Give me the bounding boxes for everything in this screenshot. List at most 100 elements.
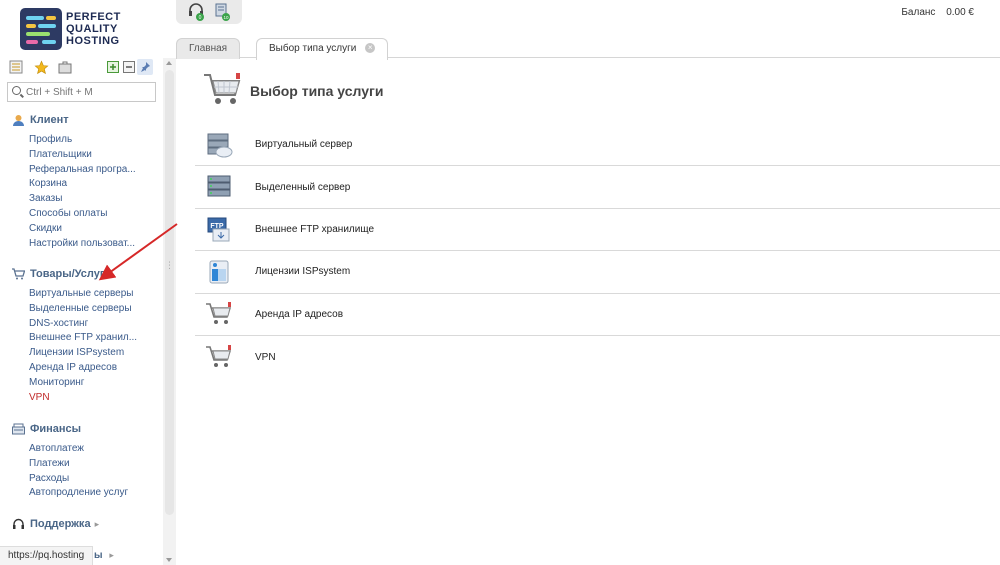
- section-header-support[interactable]: Поддержка ▸: [0, 515, 160, 533]
- service-row-vpn[interactable]: VPN: [195, 336, 1000, 378]
- tab-service-type[interactable]: Выбор типа услуги ×: [256, 38, 389, 60]
- virtual-server-icon: [205, 130, 233, 160]
- service-label: Виртуальный сервер: [255, 139, 353, 151]
- menu-item-ispsystem-licenses[interactable]: Лицензии ISPsystem: [0, 346, 160, 361]
- logo-mark-icon: [20, 8, 62, 50]
- menu-item-user-settings[interactable]: Настройки пользоват...: [0, 237, 160, 252]
- notification-panel: 0 10: [176, 0, 242, 24]
- balance-display[interactable]: Баланс 0.00 €: [901, 7, 974, 18]
- service-row-virtual-server[interactable]: Виртуальный сервер: [195, 124, 1000, 167]
- service-row-ispsystem-licenses[interactable]: Лицензии ISPsystem: [195, 251, 1000, 294]
- menu-item-payment-methods[interactable]: Способы оплаты: [0, 207, 160, 222]
- collapse-all-icon[interactable]: [121, 59, 137, 75]
- notifications-icon[interactable]: 10: [214, 2, 230, 21]
- close-tab-icon[interactable]: ×: [365, 43, 376, 54]
- tab-label: Главная: [189, 43, 228, 54]
- vpn-cart-icon: [205, 342, 233, 372]
- logo-line: QUALITY: [66, 23, 118, 35]
- search-icon: [12, 86, 21, 95]
- topbar: 0 10 Баланс 0.00 € Главная Выбор типа ус…: [176, 0, 1000, 60]
- menu-item-payers[interactable]: Плательщики: [0, 148, 160, 163]
- shopping-cart-large-icon: [202, 71, 242, 112]
- cut-section-label: ы ▸: [94, 550, 114, 561]
- balance-value: 0.00 €: [946, 7, 974, 18]
- menu-item-monitoring[interactable]: Мониторинг: [0, 376, 160, 391]
- menu-item-virtual-servers[interactable]: Виртуальные серверы: [0, 287, 160, 302]
- notifications-badge-count: 10: [223, 15, 229, 20]
- page-header: Выбор типа услуги: [202, 71, 383, 111]
- menu-item-referral[interactable]: Реферальная програ...: [0, 163, 160, 178]
- service-row-ip-rent[interactable]: Аренда IP адресов: [195, 294, 1000, 336]
- service-label: Выделенный сервер: [255, 181, 351, 193]
- logo-line: HOSTING: [66, 35, 120, 47]
- tabs-strip: Главная Выбор типа услуги ×: [176, 36, 1000, 60]
- service-label: VPN: [255, 351, 276, 363]
- briefcase-icon[interactable]: [57, 59, 73, 75]
- section-title: Товары/Услуги: [30, 268, 112, 280]
- scroll-down-icon[interactable]: [166, 558, 172, 562]
- menu-item-dedicated-servers[interactable]: Выделенные серверы: [0, 302, 160, 317]
- chevron-right-icon: ▸: [109, 550, 114, 560]
- menu-item-payments[interactable]: Платежи: [0, 457, 160, 472]
- menu-item-auto-renewal[interactable]: Автопродление услуг: [0, 486, 160, 501]
- scroll-up-icon[interactable]: [166, 61, 172, 65]
- menu-item-expenses[interactable]: Расходы: [0, 472, 160, 487]
- ispsystem-license-icon: [205, 257, 233, 287]
- balance-label: Баланс: [901, 7, 936, 18]
- service-row-ftp-storage[interactable]: FTP Внешнее FTP хранилище: [195, 209, 1000, 252]
- browser-status-url: https://pq.hosting: [0, 546, 94, 565]
- menu-item-ftp-storage[interactable]: Внешнее FTP хранил...: [0, 331, 160, 346]
- menu-item-discounts[interactable]: Скидки: [0, 222, 160, 237]
- status-url-text: https://pq.hosting: [8, 550, 85, 561]
- favorites-star-icon[interactable]: [33, 59, 49, 75]
- service-label: Внешнее FTP хранилище: [255, 223, 375, 235]
- page-title: Выбор типа услуги: [250, 83, 384, 99]
- sidebar-toolbar: [8, 58, 156, 78]
- service-label: Лицензии ISPsystem: [255, 266, 351, 278]
- menu-item-orders[interactable]: Заказы: [0, 192, 160, 207]
- tickets-badge-count: 0: [199, 15, 202, 21]
- menu-item-cart[interactable]: Корзина: [0, 177, 160, 192]
- search-input[interactable]: [26, 83, 156, 101]
- tree-view-icon[interactable]: [8, 59, 24, 75]
- service-row-dedicated-server[interactable]: Выделенный сервер: [195, 166, 1000, 209]
- support-tickets-icon[interactable]: 0: [188, 2, 204, 21]
- sidebar-search[interactable]: [7, 82, 156, 102]
- pin-icon[interactable]: [137, 59, 153, 75]
- client-icon: [11, 113, 25, 127]
- section-support: Поддержка ▸: [0, 515, 160, 533]
- section-client: Клиент Профиль Плательщики Реферальная п…: [0, 111, 160, 251]
- dedicated-server-icon: [205, 172, 233, 202]
- menu-item-vpn[interactable]: VPN: [0, 391, 160, 406]
- chevron-right-icon: ▸: [94, 518, 100, 529]
- section-title: Поддержка: [30, 518, 91, 530]
- ip-rent-cart-icon: [205, 299, 233, 329]
- menu-item-autopay[interactable]: Автоплатеж: [0, 442, 160, 457]
- section-header-client[interactable]: Клиент: [0, 111, 160, 129]
- service-label: Аренда IP адресов: [255, 308, 344, 320]
- menu-item-profile[interactable]: Профиль: [0, 133, 160, 148]
- service-type-list: Виртуальный сервер Выделенный сервер FTP…: [195, 124, 1000, 378]
- scrollbar-thumb[interactable]: [165, 70, 174, 515]
- cart-icon: [11, 267, 25, 281]
- cut-section-suffix: ы: [94, 550, 103, 561]
- sidebar: PERFECT QUALITY HOSTING Ctrl + Shift + M…: [0, 0, 163, 565]
- splitter-handle-icon[interactable]: ⋮: [165, 260, 174, 271]
- section-header-finance[interactable]: Финансы: [0, 420, 160, 438]
- finance-icon: [11, 422, 25, 436]
- expand-all-icon[interactable]: [105, 59, 121, 75]
- section-products-services: Товары/Услуги Виртуальные серверы Выделе…: [0, 265, 160, 405]
- logo-text: PERFECT QUALITY HOSTING: [66, 11, 121, 47]
- main-content: Выбор типа услуги Виртуальный сервер Выд…: [176, 59, 1000, 565]
- section-title: Финансы: [30, 423, 82, 435]
- section-header-products-services[interactable]: Товары/Услуги: [0, 265, 160, 283]
- sidebar-scrollbar[interactable]: [163, 58, 176, 565]
- logo-line: PERFECT: [66, 11, 121, 23]
- logo[interactable]: PERFECT QUALITY HOSTING: [20, 7, 145, 51]
- section-title: Клиент: [30, 114, 69, 126]
- menu-item-dns-hosting[interactable]: DNS-хостинг: [0, 317, 160, 332]
- menu-item-ip-rent[interactable]: Аренда IP адресов: [0, 361, 160, 376]
- ftp-storage-icon: FTP: [205, 214, 233, 244]
- tab-home[interactable]: Главная: [176, 38, 241, 59]
- headset-icon: [11, 517, 25, 531]
